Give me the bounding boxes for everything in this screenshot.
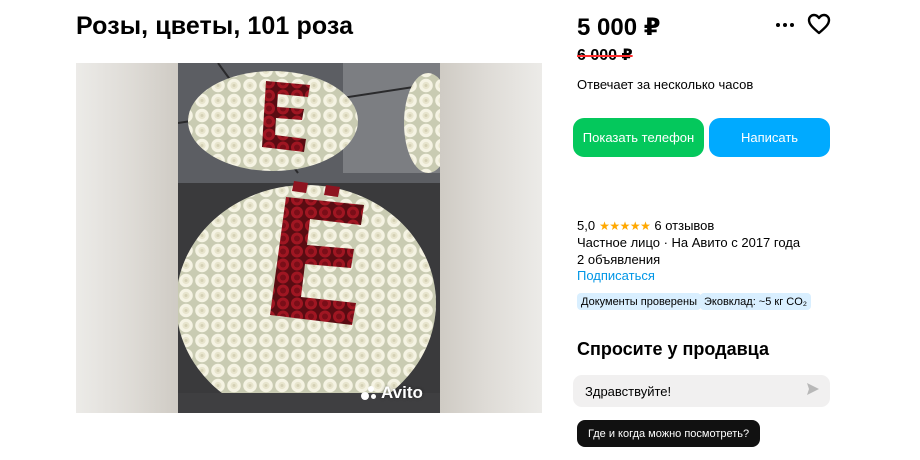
- ask-seller-heading: Спросите у продавца: [577, 339, 769, 359]
- price: 5 000 ₽: [577, 14, 661, 41]
- response-time: Отвечает за несколько часов: [577, 77, 754, 92]
- reviews-count[interactable]: 6 отзывов: [654, 218, 714, 233]
- write-message-button[interactable]: Написать: [709, 118, 830, 157]
- listing-title: Розы, цветы, 101 роза: [76, 12, 354, 40]
- heart-icon[interactable]: [807, 13, 831, 35]
- send-icon[interactable]: [806, 382, 820, 396]
- gallery-blur-right: [440, 63, 542, 413]
- avito-watermark: Avito: [360, 383, 423, 403]
- docs-verified-badge: Документы проверены: [577, 293, 702, 310]
- message-input[interactable]: Здравствуйте!: [573, 375, 830, 407]
- watermark-text: Avito: [381, 383, 423, 402]
- seller-type: Частное лицо · На Авито с 2017 года: [577, 235, 801, 250]
- photo-gallery[interactable]: Avito: [76, 63, 542, 413]
- eco-contribution-badge: Эковклад: ~5 кг CO₂: [700, 293, 812, 310]
- rating-stars: ★★★★★: [599, 218, 651, 233]
- quick-question-button[interactable]: Где и когда можно посмотреть?: [577, 420, 761, 447]
- seller-rating: 5,0 ★★★★★ 6 отзывов: [577, 218, 714, 233]
- listing-photo[interactable]: [178, 63, 440, 413]
- avito-logo-icon: [360, 385, 378, 401]
- subscribe-link[interactable]: Подписаться: [577, 268, 655, 283]
- old-price: 6 000 ₽: [577, 47, 633, 64]
- gallery-blur-left: [76, 63, 178, 413]
- rating-value: 5,0: [577, 218, 596, 233]
- show-phone-button[interactable]: Показать телефон: [573, 118, 704, 157]
- seller-ads-count[interactable]: 2 объявления: [577, 252, 660, 267]
- more-dots-icon[interactable]: [774, 15, 796, 33]
